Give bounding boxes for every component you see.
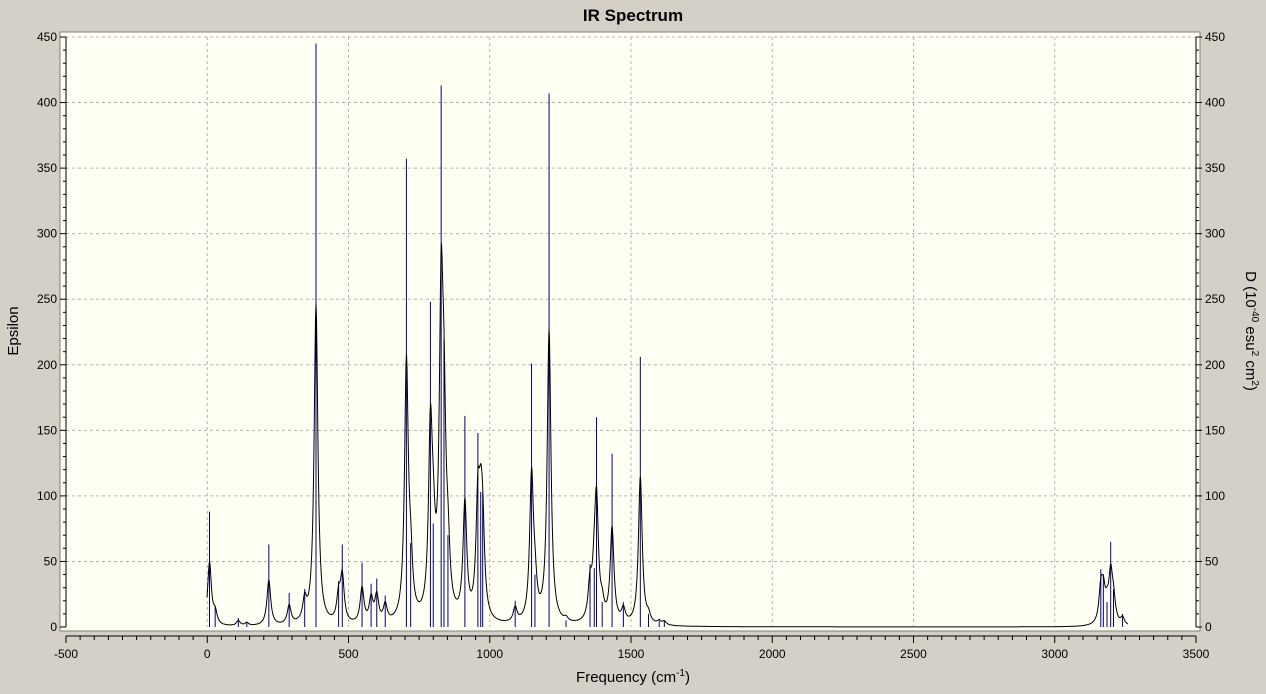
y2-tick-label: 100 (1205, 489, 1225, 503)
x-tick-label: 3000 (1041, 647, 1068, 661)
y-tick-label: 100 (37, 489, 57, 503)
y-tick-label: 50 (44, 554, 58, 568)
x-tick-label: 1500 (618, 647, 645, 661)
y2-axis-label: D (10-40 esu2 cm2) (1242, 271, 1260, 391)
x-tick-label: 500 (338, 647, 358, 661)
y2-tick-label: 450 (1205, 30, 1225, 44)
y2-tick-label: 300 (1205, 227, 1225, 241)
y-tick-label: 200 (37, 358, 57, 372)
y-axis-label: Epsilon (5, 306, 22, 355)
x-axis-label-tail: ) (685, 669, 690, 686)
y-tick-label: 300 (37, 227, 57, 241)
x-axis-label-text: Frequency (cm (576, 669, 676, 686)
y2-tick-label: 150 (1205, 423, 1225, 437)
y2-tick-label: 0 (1205, 620, 1212, 634)
ir-spectrum-chart: IR Spectrum -500 0 500 1000 1500 2000 2500 3000… (0, 0, 1266, 689)
chart-title: IR Spectrum (583, 6, 683, 25)
y2-label-text: ) (1242, 386, 1259, 391)
y-tick-label: 400 (37, 96, 57, 110)
x-tick-label: 2500 (900, 647, 927, 661)
plot-area (59, 31, 1201, 632)
y2-tick-label: 50 (1205, 554, 1219, 568)
y-tick-label: 250 (37, 292, 57, 306)
y2-tick-label: 250 (1205, 292, 1225, 306)
y2-label-text: D (10 (1242, 271, 1259, 308)
x-tick-label: 0 (204, 647, 211, 661)
y2-tick-label: 400 (1205, 96, 1225, 110)
y-tick-label: 350 (37, 161, 57, 175)
x-tick-label: 2000 (759, 647, 786, 661)
y-tick-label: 0 (50, 620, 57, 634)
y2-label-text: esu (1242, 322, 1259, 350)
x-tick-label: 1000 (476, 647, 503, 661)
y2-tick-label: 350 (1205, 161, 1225, 175)
y-tick-label: 450 (37, 30, 57, 44)
y2-label-text: cm (1242, 356, 1259, 380)
x-axis-label: Frequency (cm-1) (576, 668, 690, 686)
y2-label-superscript: -40 (1249, 308, 1260, 323)
chart-svg: IR Spectrum -500 0 500 1000 1500 2000 2500 3000… (0, 0, 1266, 689)
y-tick-label: 150 (37, 423, 57, 437)
x-tick-label: -500 (54, 647, 78, 661)
x-tick-label: 3500 (1183, 647, 1210, 661)
y2-tick-label: 200 (1205, 358, 1225, 372)
